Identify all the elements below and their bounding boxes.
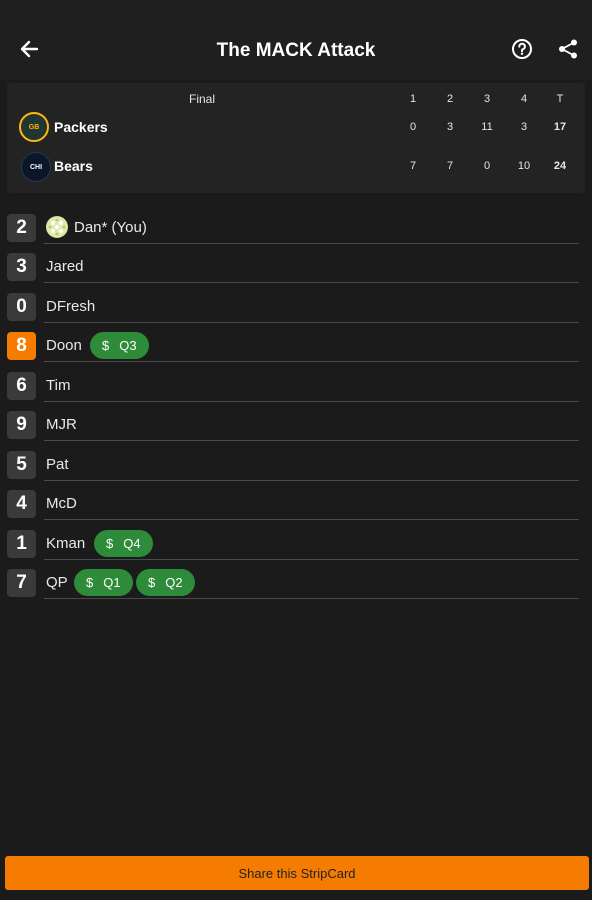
help-button[interactable] <box>507 36 537 66</box>
back-button[interactable] <box>14 36 44 66</box>
score-cell: 0 <box>409 121 417 133</box>
total-header: T <box>556 93 564 105</box>
team-name-away: Bears <box>54 158 93 174</box>
winner-badge[interactable]: $ Q4 <box>94 530 153 557</box>
score-cell: 10 <box>517 160 531 172</box>
share-button[interactable] <box>553 36 583 66</box>
badge-quarter: Q3 <box>119 338 137 353</box>
app-bar: The MACK Attack <box>0 22 592 80</box>
quarter-header: 4 <box>520 93 528 105</box>
player-name: Doon <box>46 337 82 354</box>
divider <box>44 401 579 402</box>
avatar <box>46 216 68 238</box>
player-row[interactable]: 0 DFresh <box>0 291 592 323</box>
player-row[interactable]: 9 MJR <box>0 409 592 441</box>
winner-badge[interactable]: $ Q1 <box>74 569 133 596</box>
score-total: 24 <box>553 160 567 172</box>
square-number: 7 <box>7 569 36 597</box>
team-name-home: Packers <box>54 119 108 135</box>
player-name: Pat <box>46 456 69 473</box>
dollar-icon: $ <box>148 575 156 590</box>
status-bar <box>0 0 592 22</box>
square-number: 5 <box>7 451 36 479</box>
square-number: 8 <box>7 332 36 360</box>
player-name: Jared <box>46 258 84 275</box>
square-number: 2 <box>7 214 36 242</box>
divider <box>44 519 579 520</box>
player-row[interactable]: 4 McD <box>0 488 592 520</box>
scoreboard: Final 1 2 3 4 T GB Packers 0 3 11 3 17 C… <box>7 83 585 193</box>
player-name: Dan* (You) <box>74 219 147 236</box>
player-row[interactable]: 3 Jared <box>0 251 592 283</box>
player-row[interactable]: 1 Kman $ Q4 <box>0 528 592 560</box>
player-name: MJR <box>46 416 77 433</box>
winner-badge[interactable]: $ Q2 <box>136 569 195 596</box>
player-row[interactable]: 2 Dan* (You) <box>0 212 592 244</box>
dollar-icon: $ <box>106 536 114 551</box>
divider <box>44 598 579 599</box>
divider <box>44 361 579 362</box>
player-name: Tim <box>46 377 71 394</box>
help-icon <box>511 38 533 65</box>
bears-logo: CHI <box>21 152 51 182</box>
page-title: The MACK Attack <box>216 40 376 61</box>
dollar-icon: $ <box>102 338 110 353</box>
player-name: DFresh <box>46 298 96 315</box>
quarter-header: 1 <box>409 93 417 105</box>
player-row[interactable]: 5 Pat <box>0 449 592 481</box>
player-row[interactable]: 8 Doon $ Q3 <box>0 330 592 362</box>
score-cell: 3 <box>446 121 454 133</box>
score-cell: 7 <box>446 160 454 172</box>
share-stripcard-button[interactable]: Share this StripCard <box>5 856 589 890</box>
divider <box>44 440 579 441</box>
game-status: Final <box>189 92 216 106</box>
divider <box>44 243 579 244</box>
divider <box>44 559 579 560</box>
square-number: 3 <box>7 253 36 281</box>
dollar-icon: $ <box>86 575 94 590</box>
player-row[interactable]: 6 Tim <box>0 370 592 402</box>
player-row[interactable]: 7 QP $ Q1 $ Q2 <box>0 567 592 599</box>
square-number: 1 <box>7 530 36 558</box>
divider <box>44 480 579 481</box>
quarter-header: 2 <box>446 93 454 105</box>
score-cell: 0 <box>483 160 491 172</box>
player-name: Kman <box>46 535 86 552</box>
square-number: 4 <box>7 490 36 518</box>
quarter-header: 3 <box>483 93 491 105</box>
square-number: 6 <box>7 372 36 400</box>
score-cell: 11 <box>481 121 493 133</box>
score-cell: 3 <box>520 121 528 133</box>
score-total: 17 <box>553 121 567 133</box>
square-number: 0 <box>7 293 36 321</box>
share-icon <box>557 38 579 65</box>
arrow-left-icon <box>19 39 39 64</box>
winner-badge[interactable]: $ Q3 <box>90 332 149 359</box>
badge-quarter: Q4 <box>123 536 141 551</box>
square-number: 9 <box>7 411 36 439</box>
player-name: McD <box>46 495 77 512</box>
score-cell: 7 <box>409 160 417 172</box>
badge-quarter: Q2 <box>165 575 183 590</box>
badge-quarter: Q1 <box>103 575 121 590</box>
player-name: QP <box>46 574 68 591</box>
divider <box>44 322 579 323</box>
divider <box>44 282 579 283</box>
packers-logo: GB <box>19 112 49 142</box>
